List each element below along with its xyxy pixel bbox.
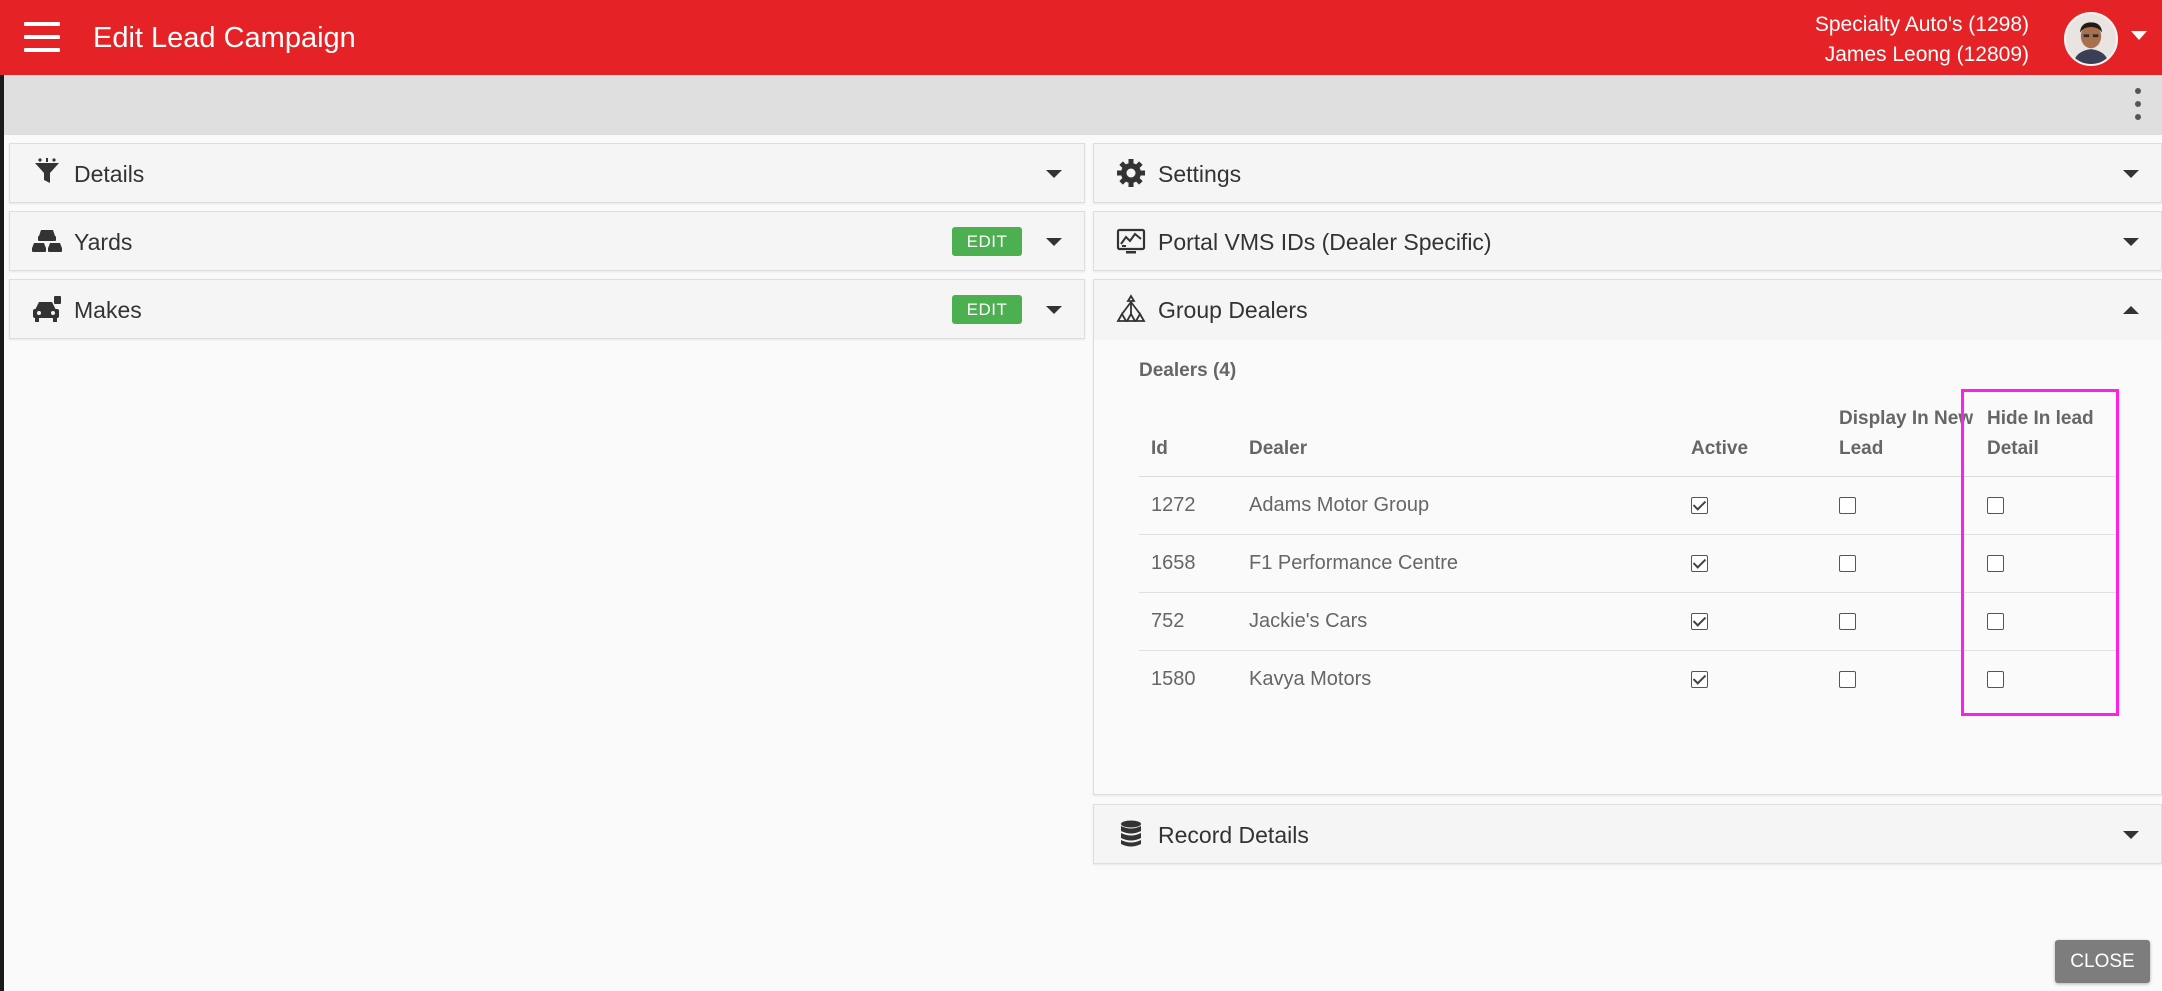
dealer-id: 1580 bbox=[1151, 667, 1196, 690]
panel-yards: Yards EDIT bbox=[9, 211, 1085, 271]
table-row: 1658 F1 Performance Centre bbox=[1139, 534, 2119, 593]
hide-in-lead-detail-cell bbox=[1975, 476, 2119, 535]
active-cell bbox=[1679, 476, 1827, 535]
hide-in-lead-detail-cell bbox=[1975, 650, 2119, 708]
display-in-new-lead-checkbox[interactable] bbox=[1839, 612, 1856, 630]
chevron-down-icon[interactable] bbox=[2123, 831, 2139, 839]
display-in-new-lead-cell bbox=[1827, 476, 1975, 535]
panel-details-title: Details bbox=[74, 161, 145, 187]
user-name: James Leong (12809) bbox=[1824, 43, 2029, 66]
display-in-new-lead-cell bbox=[1827, 592, 1975, 651]
chevron-down-icon[interactable] bbox=[1046, 306, 1062, 314]
hide-in-lead-detail-checkbox[interactable] bbox=[1987, 670, 2004, 688]
toolbar bbox=[0, 75, 2162, 135]
chevron-down-icon[interactable] bbox=[1046, 238, 1062, 246]
hide-in-lead-detail-cell bbox=[1975, 592, 2119, 651]
panel-portal-vms-title: Portal VMS IDs (Dealer Specific) bbox=[1158, 229, 1492, 255]
gear-icon bbox=[1116, 158, 1146, 188]
column-hide-in-lead-detail[interactable]: Hide In lead Detail bbox=[1975, 398, 2119, 477]
user-info[interactable]: Specialty Auto's (1298) James Leong (128… bbox=[1815, 10, 2029, 70]
panel-record-details: Record Details bbox=[1093, 804, 2162, 864]
panel-portal-vms: Portal VMS IDs (Dealer Specific) bbox=[1093, 211, 2162, 271]
display-in-new-lead-checkbox[interactable] bbox=[1839, 670, 1856, 688]
table-row: 1580 Kavya Motors bbox=[1139, 650, 2119, 708]
user-menu-caret-icon[interactable] bbox=[2131, 31, 2147, 40]
panel-settings-title: Settings bbox=[1158, 161, 1242, 187]
close-button[interactable]: CLOSE bbox=[2055, 940, 2150, 983]
menu-icon[interactable] bbox=[24, 22, 60, 52]
chevron-up-icon[interactable] bbox=[2123, 306, 2139, 314]
panel-portal-vms-header[interactable]: Portal VMS IDs (Dealer Specific) bbox=[1094, 212, 2161, 272]
database-icon bbox=[1116, 819, 1146, 849]
panel-group-dealers-header[interactable]: Group Dealers bbox=[1094, 280, 2161, 341]
panel-settings: Settings bbox=[1093, 143, 2162, 203]
panel-group-dealers-title: Group Dealers bbox=[1158, 297, 1308, 323]
panel-group-dealers: Group Dealers Dealers (4) Id Dealer Acti… bbox=[1093, 279, 2162, 795]
panel-record-details-title: Record Details bbox=[1158, 822, 1309, 848]
app-header: Edit Lead Campaign Specialty Auto's (129… bbox=[0, 0, 2162, 75]
avatar[interactable] bbox=[2064, 12, 2118, 66]
chevron-down-icon[interactable] bbox=[1046, 170, 1062, 178]
panel-settings-header[interactable]: Settings bbox=[1094, 144, 2161, 204]
display-in-new-lead-cell bbox=[1827, 534, 1975, 593]
display-in-new-lead-checkbox[interactable] bbox=[1839, 496, 1856, 514]
hide-in-lead-detail-checkbox[interactable] bbox=[1987, 554, 2004, 572]
dealer-name: F1 Performance Centre bbox=[1237, 534, 1679, 593]
active-checkbox[interactable] bbox=[1691, 670, 1708, 688]
hierarchy-icon bbox=[1116, 294, 1146, 324]
monitor-chart-icon bbox=[1116, 226, 1146, 256]
table-row: 752 Jackie's Cars bbox=[1139, 592, 2119, 651]
dealer-name: Kavya Motors bbox=[1249, 667, 1372, 690]
page-title: Edit Lead Campaign bbox=[93, 22, 356, 54]
display-in-new-lead-checkbox[interactable] bbox=[1839, 554, 1856, 572]
display-in-new-lead-cell bbox=[1827, 650, 1975, 708]
dealer-name: Jackie's Cars bbox=[1237, 592, 1679, 651]
panel-yards-title: Yards bbox=[74, 229, 133, 255]
table-row: 1272 Adams Motor Group bbox=[1139, 476, 2119, 535]
column-id[interactable]: Id bbox=[1139, 398, 1237, 477]
active-cell bbox=[1679, 592, 1827, 651]
funnel-icon bbox=[32, 158, 62, 188]
more-options-icon[interactable] bbox=[2133, 88, 2143, 122]
hide-in-lead-detail-checkbox[interactable] bbox=[1987, 612, 2004, 630]
hide-in-lead-detail-cell bbox=[1975, 534, 2119, 593]
panel-details-header[interactable]: Details bbox=[10, 144, 1084, 204]
active-checkbox[interactable] bbox=[1691, 554, 1708, 572]
company-name: Specialty Auto's (1298) bbox=[1814, 13, 2029, 36]
active-cell bbox=[1679, 534, 1827, 593]
dealer-id: 1272 bbox=[1139, 476, 1237, 535]
car-icon bbox=[32, 294, 62, 324]
dealer-id: 752 bbox=[1139, 592, 1237, 651]
panel-makes-title: Makes bbox=[74, 297, 142, 323]
panel-record-details-header[interactable]: Record Details bbox=[1094, 805, 2161, 865]
column-active[interactable]: Active bbox=[1679, 398, 1827, 477]
dealers-table: Id Dealer Active Display In New Lead Hid… bbox=[1139, 398, 2119, 708]
active-checkbox[interactable] bbox=[1691, 612, 1708, 630]
cars-yard-icon bbox=[32, 226, 62, 256]
dealer-id: 1658 bbox=[1139, 534, 1237, 593]
dealers-count: Dealers (4) bbox=[1139, 360, 1237, 381]
panel-yards-header[interactable]: Yards EDIT bbox=[10, 212, 1084, 272]
chevron-down-icon[interactable] bbox=[2123, 238, 2139, 246]
dealer-name: Adams Motor Group bbox=[1237, 476, 1679, 535]
table-header-row: Id Dealer Active Display In New Lead Hid… bbox=[1139, 398, 2119, 477]
makes-edit-button[interactable]: EDIT bbox=[952, 295, 1022, 324]
window-edge bbox=[0, 75, 4, 991]
column-display-in-new-lead[interactable]: Display In New Lead bbox=[1827, 398, 1975, 477]
chevron-down-icon[interactable] bbox=[2123, 170, 2139, 178]
group-dealers-body: Dealers (4) Id Dealer Active Display In … bbox=[1094, 340, 2161, 794]
yards-edit-button[interactable]: EDIT bbox=[952, 227, 1022, 256]
panel-makes-header[interactable]: Makes EDIT bbox=[10, 280, 1084, 340]
hide-in-lead-detail-checkbox[interactable] bbox=[1987, 496, 2004, 514]
active-checkbox[interactable] bbox=[1691, 496, 1708, 514]
column-dealer[interactable]: Dealer bbox=[1237, 398, 1679, 477]
panel-makes: Makes EDIT bbox=[9, 279, 1085, 339]
panel-details: Details bbox=[9, 143, 1085, 203]
active-cell bbox=[1679, 650, 1827, 708]
